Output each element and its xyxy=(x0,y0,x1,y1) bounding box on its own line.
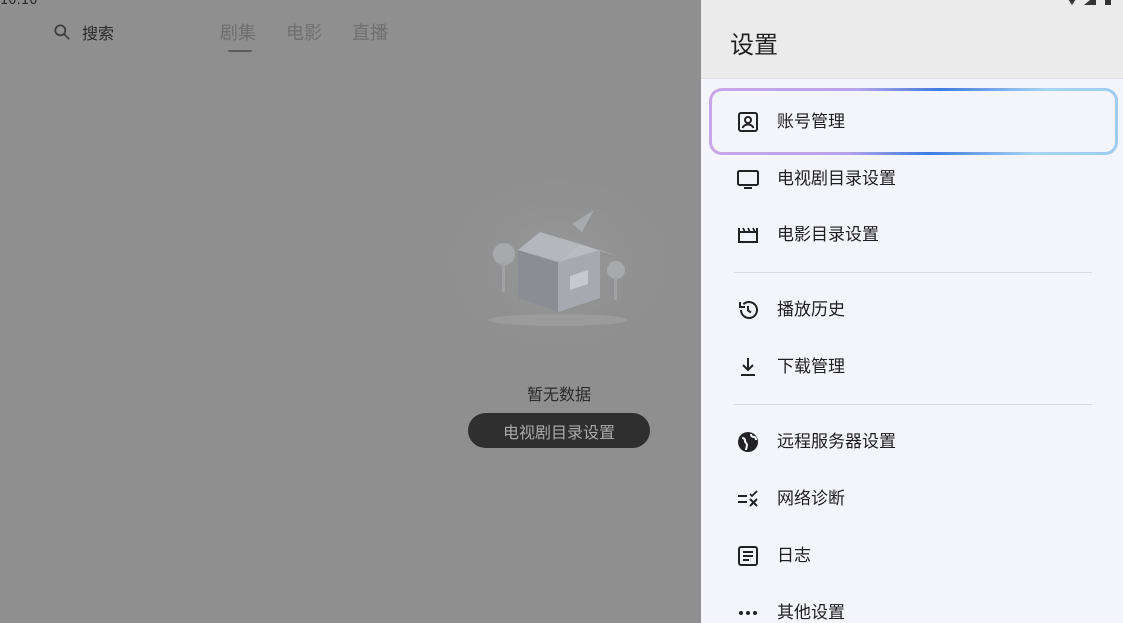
empty-state-text: 暂无数据 xyxy=(526,385,591,404)
log-icon xyxy=(738,546,758,566)
search-icon xyxy=(54,24,70,40)
signal-icon xyxy=(1084,0,1096,5)
menu-item-network-diagnosis[interactable]: 网络诊断 xyxy=(711,473,1117,525)
tab-movies[interactable]: 电影 xyxy=(286,19,352,45)
tv-directory-settings-button[interactable]: 电视剧目录设置 xyxy=(468,413,650,448)
status-time: 10:10 xyxy=(0,0,38,8)
menu-item-label: 远程服务器设置 xyxy=(777,432,896,452)
tv-icon xyxy=(737,170,759,189)
menu-divider xyxy=(734,404,1092,405)
menu-item-play-history[interactable]: 播放历史 xyxy=(711,284,1117,336)
drawer-title: 设置 xyxy=(730,31,778,59)
menu-item-label: 播放历史 xyxy=(777,300,845,320)
menu-item-label: 账号管理 xyxy=(777,112,845,132)
globe-icon xyxy=(738,432,758,452)
menu-item-label: 电影目录设置 xyxy=(777,225,879,245)
history-icon xyxy=(739,301,758,319)
tab-series[interactable]: 剧集 xyxy=(220,19,286,52)
download-icon xyxy=(741,358,755,376)
search-label: 搜索 xyxy=(82,24,115,43)
empty-box-illustration xyxy=(440,180,676,364)
menu-item-label: 其他设置 xyxy=(777,603,845,623)
menu-item-label: 电视剧目录设置 xyxy=(777,169,896,189)
category-tabs: 剧集 电影 直播 xyxy=(220,19,418,52)
wifi-icon xyxy=(1068,0,1076,5)
menu-item-label: 日志 xyxy=(777,546,811,566)
menu-item-tv-directory[interactable]: 电视剧目录设置 xyxy=(711,153,1117,205)
more-icon xyxy=(739,611,757,615)
drawer-header: 设置 xyxy=(701,0,1123,79)
movie-clapper-icon xyxy=(738,227,758,243)
menu-item-label: 网络诊断 xyxy=(777,489,845,509)
search-button[interactable]: 搜索 xyxy=(52,20,114,44)
account-box-icon xyxy=(738,112,758,132)
menu-item-account[interactable]: 账号管理 xyxy=(711,96,1117,148)
settings-drawer: 设置 账号管理 电视剧目录设置 电影目录设置 播放历史 下载管理 远程服务器设置… xyxy=(701,0,1123,623)
menu-item-log[interactable]: 日志 xyxy=(711,530,1117,582)
status-icons xyxy=(1065,0,1115,6)
main-screen: 10:10 搜索 剧集 电影 直播 暂无数据 电视剧目录设置 xyxy=(0,0,701,623)
network-diagnose-icon xyxy=(738,490,758,507)
menu-item-label: 下载管理 xyxy=(777,357,845,377)
menu-divider xyxy=(734,272,1092,273)
tab-live[interactable]: 直播 xyxy=(352,19,418,45)
menu-item-other-settings[interactable]: 其他设置 xyxy=(711,587,1117,623)
menu-item-remote-server[interactable]: 远程服务器设置 xyxy=(711,416,1117,468)
menu-item-movie-directory[interactable]: 电影目录设置 xyxy=(711,209,1117,261)
menu-item-download-management[interactable]: 下载管理 xyxy=(711,341,1117,393)
battery-icon xyxy=(1105,0,1111,5)
